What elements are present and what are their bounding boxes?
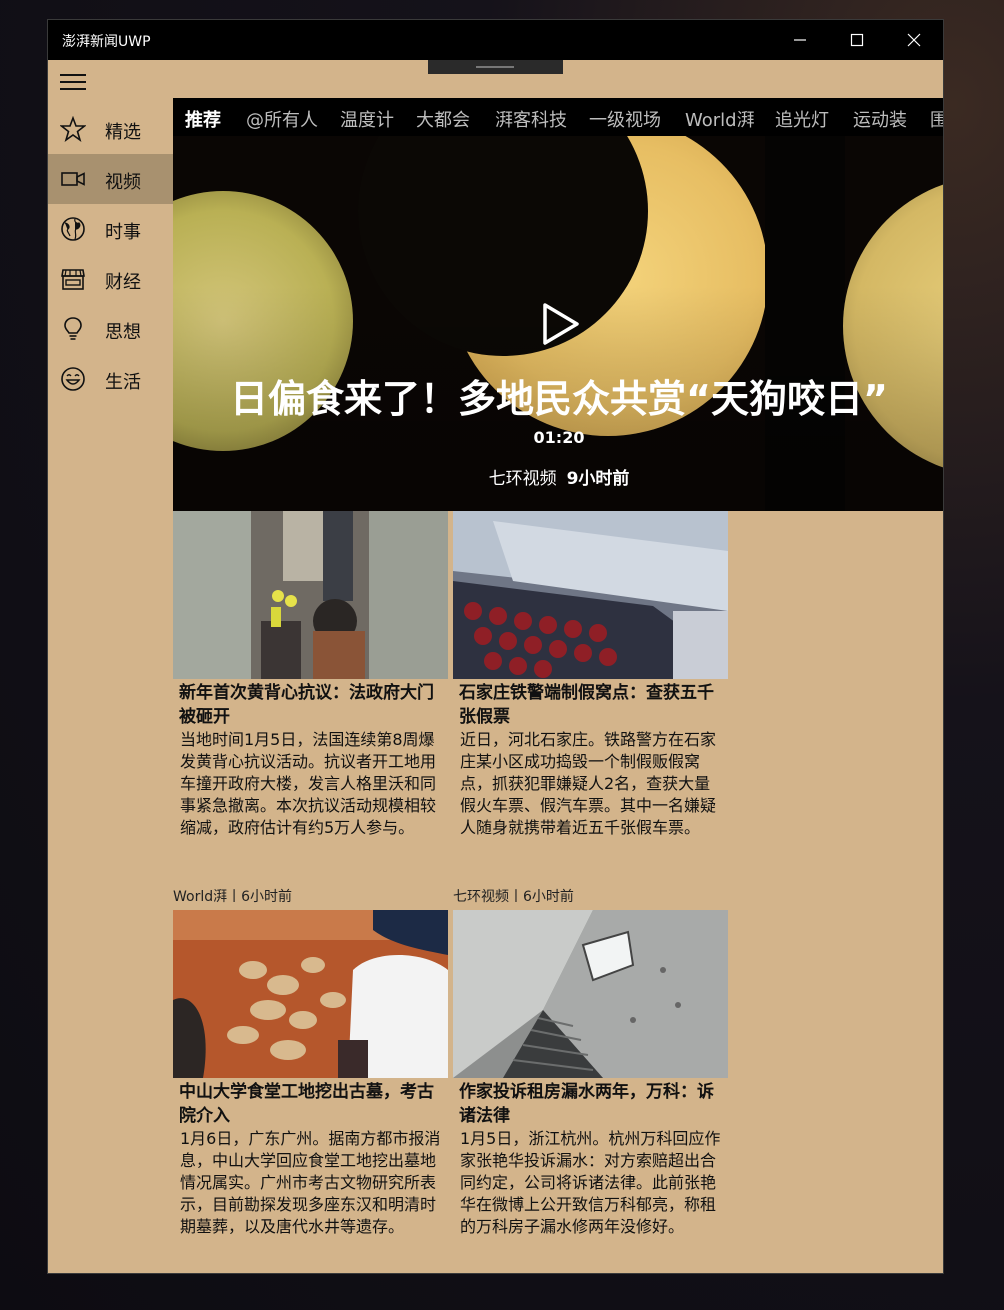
news-summary: 当地时间1月5日，法国连续第8周爆发黄背心抗议活动。抗议者开工地用车撞开政府大楼… [180, 730, 437, 837]
main-content: 推荐 @所有人 温度计 大都会 湃客科技 一级视场 World湃 追光灯 运动装… [173, 98, 943, 1273]
sidebar-item-shenghuo[interactable]: 生活 [48, 354, 173, 404]
hero-meta: 七环视频 9小时前 [173, 464, 943, 489]
sidebar-item-jingxuan[interactable]: 精选 [48, 104, 173, 154]
tab-yundongzhuang[interactable]: 运动装 [853, 106, 907, 132]
news-thumbnail-protest[interactable] [173, 511, 448, 679]
maximize-button[interactable] [829, 20, 885, 60]
store-icon [61, 269, 85, 290]
app-window: 澎湃新闻UWP 精选 视频 时事 财经 思想 生活 推荐 @所有人 温度计 大都… [47, 19, 944, 1274]
news-summary: 近日，河北石家庄。铁路警方在石家庄某小区成功捣毁一个制假贩假窝点，抓获犯罪嫌疑人… [460, 730, 717, 837]
tab-wei[interactable]: 围 [930, 106, 943, 132]
news-card[interactable]: 石家庄铁警端制假窝点：查获五千张假票 近日，河北石家庄。铁路警方在石家庄某小区成… [453, 511, 728, 841]
video-camera-icon [61, 172, 85, 186]
news-card[interactable]: World湃丨6小时前 中山大学食堂工地挖出古墓，考古院介入 1月6日，广东广州… [173, 889, 448, 1250]
news-title[interactable]: 中山大学食堂工地挖出古墓，考古院介入 [179, 1080, 444, 1128]
news-summary: 1月6日，广东广州。据南方都市报消息，中山大学回应食堂工地挖出墓地情况属实。广州… [180, 1129, 441, 1236]
pull-handle[interactable] [428, 60, 563, 74]
maximize-icon [850, 33, 864, 47]
sidebar-item-label: 时事 [105, 222, 141, 243]
news-card[interactable]: 七环视频丨6小时前 作家投诉租房漏水两年，万科：诉诸法律 1月5日，浙江杭州。杭… [453, 889, 728, 1250]
tab-world-pai[interactable]: World湃 [685, 106, 755, 132]
news-summary: 1月5日，浙江杭州。杭州万科回应作家张艳华投诉漏水：对方索赔超出合同约定，公司将… [460, 1129, 721, 1236]
news-title[interactable]: 石家庄铁警端制假窝点：查获五千张假票 [459, 681, 724, 729]
globe-icon [61, 217, 85, 241]
star-icon [60, 116, 86, 142]
news-card[interactable]: 新年首次黄背心抗议：法政府大门被砸开 当地时间1月5日，法国连续第8周爆发黄背心… [173, 511, 448, 841]
tab-zhuiguangdeng[interactable]: 追光灯 [775, 106, 829, 132]
sidebar-item-label: 精选 [105, 122, 141, 143]
tab-daduhui[interactable]: 大都会 [416, 106, 470, 132]
hero-duration: 01:20 [533, 428, 585, 447]
news-title[interactable]: 作家投诉租房漏水两年，万科：诉诸法律 [459, 1080, 724, 1128]
play-icon[interactable] [541, 302, 581, 346]
hero-time: 9小时前 [566, 469, 630, 489]
minimize-button[interactable] [772, 20, 828, 60]
hamburger-menu-icon[interactable] [60, 72, 88, 92]
hero-title[interactable]: 日偏食来了！多地民众共赏“天狗咬日” [173, 368, 943, 423]
lightbulb-icon [64, 317, 82, 340]
news-thumbnail-fake-tickets[interactable] [453, 511, 728, 679]
title-bar[interactable]: 澎湃新闻UWP [48, 20, 943, 60]
news-source: 七环视频丨6小时前 [453, 889, 574, 905]
tab-wenduji[interactable]: 温度计 [340, 106, 394, 132]
tab-yiji-shichang[interactable]: 一级视场 [589, 106, 661, 132]
news-title[interactable]: 新年首次黄背心抗议：法政府大门被砸开 [179, 681, 444, 729]
tab-tuijian[interactable]: 推荐 [185, 106, 221, 132]
sidebar-item-shishi[interactable]: 时事 [48, 204, 173, 254]
sidebar: 精选 视频 时事 财经 思想 生活 [48, 60, 173, 1273]
category-tabs: 推荐 @所有人 温度计 大都会 湃客科技 一级视场 World湃 追光灯 运动装… [173, 98, 943, 136]
sidebar-item-label: 生活 [105, 372, 141, 393]
smiley-icon [61, 367, 85, 391]
sidebar-item-shipin[interactable]: 视频 [48, 154, 173, 204]
minimize-icon [794, 39, 806, 41]
news-thumbnail-tomb[interactable] [173, 910, 448, 1078]
close-button[interactable] [886, 20, 942, 60]
sidebar-item-sixiang[interactable]: 思想 [48, 304, 173, 354]
sidebar-item-label: 财经 [105, 272, 141, 293]
news-source: World湃丨6小时前 [173, 889, 293, 905]
sidebar-item-label: 思想 [105, 322, 141, 343]
hero-video[interactable]: 日偏食来了！多地民众共赏“天狗咬日” 01:20 七环视频 9小时前 [173, 136, 943, 511]
hero-source: 七环视频 [488, 469, 557, 489]
tab-suoyouren[interactable]: @所有人 [246, 106, 318, 132]
sidebar-item-caijing[interactable]: 财经 [48, 254, 173, 304]
window-title: 澎湃新闻UWP [62, 34, 151, 50]
pull-handle-bar [476, 66, 514, 68]
close-icon [907, 33, 921, 47]
sidebar-item-label: 视频 [105, 172, 141, 193]
news-thumbnail-stairwell[interactable] [453, 910, 728, 1078]
tab-paike-keji[interactable]: 湃客科技 [495, 106, 567, 132]
